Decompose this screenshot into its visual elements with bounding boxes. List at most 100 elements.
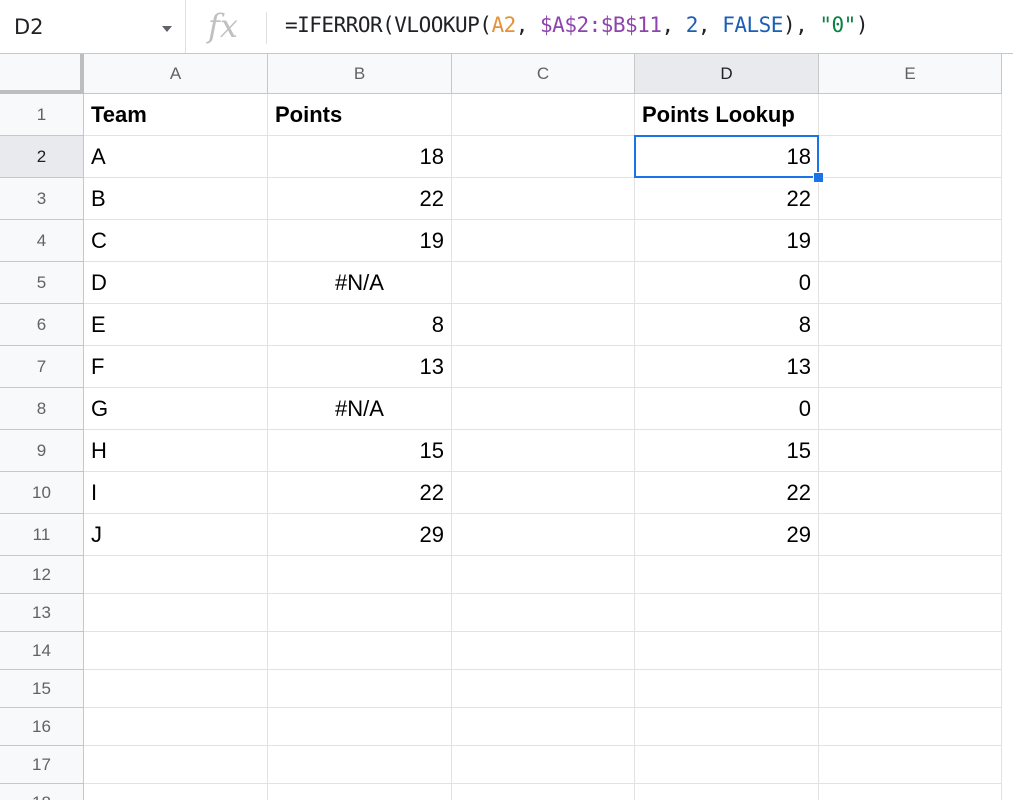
row-header-1[interactable]: 1 (0, 94, 84, 136)
row-header-5[interactable]: 5 (0, 262, 84, 304)
cell-a7[interactable]: F (84, 346, 268, 388)
cell-c10[interactable] (452, 472, 635, 514)
cell-c5[interactable] (452, 262, 635, 304)
row-header-13[interactable]: 13 (0, 594, 84, 632)
column-header-a[interactable]: A (84, 54, 268, 94)
cell-c12[interactable] (452, 556, 635, 594)
cell-b3[interactable]: 22 (268, 178, 452, 220)
formula-input[interactable]: =IFERROR(VLOOKUP(A2, $A$2:$B$11, 2, FALS… (285, 13, 868, 37)
cell-d17[interactable] (635, 746, 819, 784)
cell-e14[interactable] (819, 632, 1002, 670)
cell-d9[interactable]: 15 (635, 430, 819, 472)
cell-a12[interactable] (84, 556, 268, 594)
name-box[interactable]: D2 (0, 0, 186, 53)
cell-c13[interactable] (452, 594, 635, 632)
cell-e7[interactable] (819, 346, 1002, 388)
cell-b9[interactable]: 15 (268, 430, 452, 472)
cell-a5[interactable]: D (84, 262, 268, 304)
cell-a3[interactable]: B (84, 178, 268, 220)
cell-b2[interactable]: 18 (268, 136, 452, 178)
cell-a8[interactable]: G (84, 388, 268, 430)
cell-e10[interactable] (819, 472, 1002, 514)
cell-b13[interactable] (268, 594, 452, 632)
column-header-e[interactable]: E (819, 54, 1002, 94)
cell-a15[interactable] (84, 670, 268, 708)
column-header-c[interactable]: C (452, 54, 635, 94)
cell-b16[interactable] (268, 708, 452, 746)
cell-a14[interactable] (84, 632, 268, 670)
cell-b18[interactable] (268, 784, 452, 800)
cell-d18[interactable] (635, 784, 819, 800)
row-header-17[interactable]: 17 (0, 746, 84, 784)
cell-c2[interactable] (452, 136, 635, 178)
cell-a10[interactable]: I (84, 472, 268, 514)
cell-e5[interactable] (819, 262, 1002, 304)
cell-a16[interactable] (84, 708, 268, 746)
cell-c16[interactable] (452, 708, 635, 746)
cell-e4[interactable] (819, 220, 1002, 262)
cell-d16[interactable] (635, 708, 819, 746)
cell-e13[interactable] (819, 594, 1002, 632)
cell-c4[interactable] (452, 220, 635, 262)
row-header-15[interactable]: 15 (0, 670, 84, 708)
select-all-corner[interactable] (0, 54, 84, 94)
cell-a1[interactable]: Team (84, 94, 268, 136)
cell-b10[interactable]: 22 (268, 472, 452, 514)
cell-e15[interactable] (819, 670, 1002, 708)
cell-c15[interactable] (452, 670, 635, 708)
column-header-d[interactable]: D (635, 54, 819, 94)
cell-b7[interactable]: 13 (268, 346, 452, 388)
row-header-7[interactable]: 7 (0, 346, 84, 388)
cell-a6[interactable]: E (84, 304, 268, 346)
cell-e2[interactable] (819, 136, 1002, 178)
row-header-3[interactable]: 3 (0, 178, 84, 220)
cell-e16[interactable] (819, 708, 1002, 746)
cell-c3[interactable] (452, 178, 635, 220)
cell-c6[interactable] (452, 304, 635, 346)
cell-b11[interactable]: 29 (268, 514, 452, 556)
row-header-10[interactable]: 10 (0, 472, 84, 514)
cell-d7[interactable]: 13 (635, 346, 819, 388)
fill-handle[interactable] (813, 172, 824, 183)
cell-d3[interactable]: 22 (635, 178, 819, 220)
column-header-b[interactable]: B (268, 54, 452, 94)
cell-d5[interactable]: 0 (635, 262, 819, 304)
cell-a4[interactable]: C (84, 220, 268, 262)
cell-d11[interactable]: 29 (635, 514, 819, 556)
cell-b15[interactable] (268, 670, 452, 708)
row-header-11[interactable]: 11 (0, 514, 84, 556)
cell-a18[interactable] (84, 784, 268, 800)
cell-b8[interactable]: #N/A (268, 388, 452, 430)
cell-a9[interactable]: H (84, 430, 268, 472)
cell-c18[interactable] (452, 784, 635, 800)
chevron-down-icon[interactable] (162, 26, 172, 32)
cell-c9[interactable] (452, 430, 635, 472)
row-header-12[interactable]: 12 (0, 556, 84, 594)
cell-e1[interactable] (819, 94, 1002, 136)
row-header-6[interactable]: 6 (0, 304, 84, 346)
row-header-8[interactable]: 8 (0, 388, 84, 430)
cell-a11[interactable]: J (84, 514, 268, 556)
cell-e8[interactable] (819, 388, 1002, 430)
cell-c17[interactable] (452, 746, 635, 784)
cell-c8[interactable] (452, 388, 635, 430)
cell-d8[interactable]: 0 (635, 388, 819, 430)
cell-d6[interactable]: 8 (635, 304, 819, 346)
cell-a2[interactable]: A (84, 136, 268, 178)
cell-d12[interactable] (635, 556, 819, 594)
row-header-14[interactable]: 14 (0, 632, 84, 670)
cell-d10[interactable]: 22 (635, 472, 819, 514)
cell-c14[interactable] (452, 632, 635, 670)
cell-b6[interactable]: 8 (268, 304, 452, 346)
row-header-18[interactable]: 18 (0, 784, 84, 800)
cell-e17[interactable] (819, 746, 1002, 784)
cell-a13[interactable] (84, 594, 268, 632)
cell-e6[interactable] (819, 304, 1002, 346)
cell-e11[interactable] (819, 514, 1002, 556)
cell-d2[interactable]: 18 (635, 136, 819, 178)
cell-b1[interactable]: Points (268, 94, 452, 136)
cell-e3[interactable] (819, 178, 1002, 220)
cell-e9[interactable] (819, 430, 1002, 472)
cell-d4[interactable]: 19 (635, 220, 819, 262)
cell-d14[interactable] (635, 632, 819, 670)
